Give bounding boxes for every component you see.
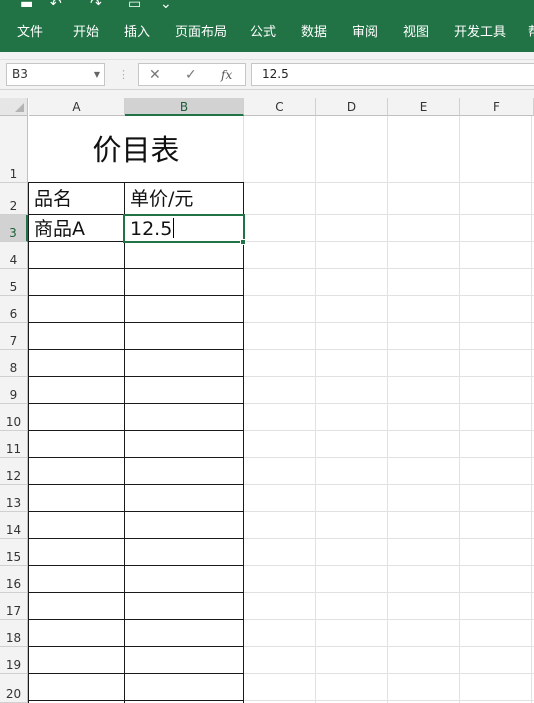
ribbon-collapsed-band — [0, 52, 534, 60]
row-header-9[interactable]: 9 — [0, 377, 28, 404]
formula-buttons: ✕ ✓ fx — [138, 63, 246, 86]
column-header-f[interactable]: F — [460, 98, 534, 116]
column-header-e[interactable]: E — [388, 98, 460, 116]
table-border — [28, 457, 244, 458]
camera-icon[interactable]: ▭ — [128, 0, 141, 11]
table-border — [243, 182, 244, 703]
tab-file[interactable]: 文件 — [17, 14, 43, 52]
gridline — [387, 116, 388, 703]
select-all-button[interactable] — [0, 98, 28, 116]
table-border — [28, 484, 244, 485]
gridline — [531, 116, 532, 703]
cancel-icon[interactable]: ✕ — [149, 65, 161, 85]
table-border — [28, 619, 244, 620]
row-header-10[interactable]: 10 — [0, 404, 28, 431]
name-box-value: B3 — [12, 67, 28, 81]
row-header-20[interactable]: 20 — [0, 674, 28, 703]
table-border — [28, 182, 244, 183]
row-header-4[interactable]: 4 — [0, 242, 28, 269]
quick-access-toolbar: ▬ ↶ ↷ ▭ ⌄ — [0, 0, 534, 14]
active-cell-selection[interactable] — [123, 214, 245, 243]
table-border — [28, 295, 244, 296]
table-border — [28, 673, 244, 674]
table-border — [28, 376, 244, 377]
row-header-3[interactable]: 3 — [0, 215, 28, 242]
cell-a2-header-product[interactable]: 品名 — [30, 186, 72, 212]
row-header-18[interactable]: 18 — [0, 620, 28, 647]
customize-toolbar-icon[interactable]: ⌄ — [160, 0, 172, 11]
insert-function-icon[interactable]: fx — [221, 65, 232, 85]
formula-bar-gap — [0, 90, 534, 98]
table-border — [28, 268, 244, 269]
cell-a3-product[interactable]: 商品A — [30, 216, 85, 242]
column-header-d[interactable]: D — [316, 98, 388, 116]
table-border — [28, 403, 244, 404]
row-header-19[interactable]: 19 — [0, 647, 28, 674]
row-header-17[interactable]: 17 — [0, 593, 28, 620]
row-header-11[interactable]: 11 — [0, 431, 28, 458]
tab-review[interactable]: 审阅 — [352, 14, 378, 52]
row-header-2[interactable]: 2 — [0, 183, 28, 215]
table-border — [28, 646, 244, 647]
formula-bar-splitter-icon[interactable]: ⋮ — [118, 68, 129, 81]
row-header-14[interactable]: 14 — [0, 512, 28, 539]
tab-page-layout[interactable]: 页面布局 — [175, 14, 227, 52]
worksheet-grid[interactable]: A B C D E F 1 2 3 4 5 6 7 8 9 10 11 12 1… — [0, 98, 534, 703]
formula-input[interactable]: 12.5 — [251, 63, 534, 86]
table-border — [28, 349, 244, 350]
undo-icon[interactable]: ↶ — [50, 0, 62, 11]
name-box[interactable]: B3 ▼ — [6, 63, 105, 86]
row-header-8[interactable]: 8 — [0, 350, 28, 377]
table-border — [28, 182, 29, 703]
row-header-15[interactable]: 15 — [0, 539, 28, 566]
table-border — [28, 538, 244, 539]
fill-handle[interactable] — [240, 239, 246, 245]
tab-insert[interactable]: 插入 — [124, 14, 150, 52]
table-border — [28, 592, 244, 593]
row-header-1[interactable]: 1 — [0, 116, 28, 183]
row-header-6[interactable]: 6 — [0, 296, 28, 323]
ribbon-tab-bar: 文件 开始 插入 页面布局 公式 数据 审阅 视图 开发工具 帮 — [0, 14, 534, 52]
gridline — [459, 116, 460, 703]
name-box-dropdown-icon[interactable]: ▼ — [94, 64, 100, 85]
table-border — [28, 565, 244, 566]
row-header-7[interactable]: 7 — [0, 323, 28, 350]
table-border — [124, 182, 125, 703]
table-title: 价目表 — [92, 133, 180, 167]
column-header-a[interactable]: A — [29, 98, 125, 116]
tab-view[interactable]: 视图 — [403, 14, 429, 52]
tab-help[interactable]: 帮 — [528, 14, 534, 52]
column-header-c[interactable]: C — [244, 98, 316, 116]
table-border — [28, 511, 244, 512]
redo-icon[interactable]: ↷ — [90, 0, 102, 11]
table-border — [28, 700, 244, 701]
column-header-b[interactable]: B — [125, 98, 244, 116]
row-header-16[interactable]: 16 — [0, 566, 28, 593]
save-icon[interactable]: ▬ — [20, 0, 33, 11]
table-border — [28, 430, 244, 431]
tab-data[interactable]: 数据 — [301, 14, 327, 52]
row-header-13[interactable]: 13 — [0, 485, 28, 512]
row-header-5[interactable]: 5 — [0, 269, 28, 296]
gridline — [315, 116, 316, 703]
enter-icon[interactable]: ✓ — [185, 65, 197, 85]
tab-home[interactable]: 开始 — [73, 14, 99, 52]
tab-formulas[interactable]: 公式 — [250, 14, 276, 52]
table-border — [28, 322, 244, 323]
row-header-12[interactable]: 12 — [0, 458, 28, 485]
formula-bar: B3 ▼ ⋮ ✕ ✓ fx 12.5 — [0, 60, 534, 90]
tab-developer[interactable]: 开发工具 — [454, 14, 506, 52]
cell-b2-header-price[interactable]: 单价/元 — [126, 186, 193, 212]
